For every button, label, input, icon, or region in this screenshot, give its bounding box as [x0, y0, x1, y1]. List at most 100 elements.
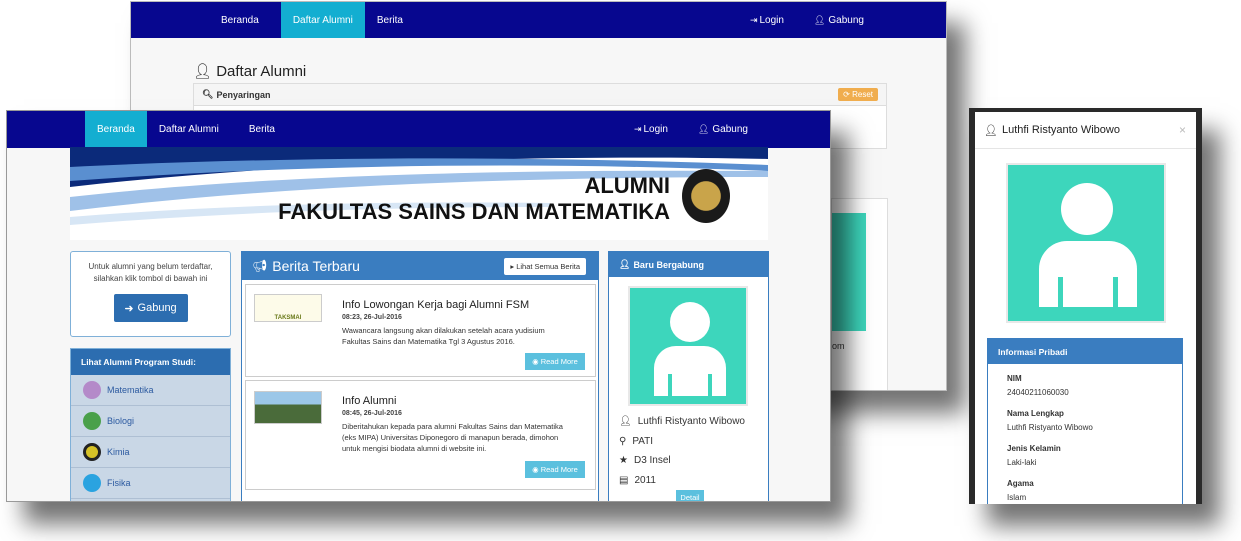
prodi-title: Lihat Alumni Program Studi: — [71, 349, 230, 375]
filter-header: 🔍︎ Penyaringan ⟳ Reset — [194, 84, 886, 106]
member-year-row: ▤ 2011 — [619, 471, 745, 491]
member-info: 👤︎ Luthfi Ristyanto Wibowo ⚲ PATI ★ D3 Inse… — [619, 412, 745, 490]
field-label-gender: Jenis Kelamin — [1007, 444, 1061, 453]
read-more-button[interactable]: ◉ Read More — [525, 353, 585, 370]
share-arrow-icon: ➜ — [124, 302, 134, 315]
join-box-text: Untuk alumni yang belum terdaftar, silah… — [88, 262, 213, 283]
university-seal-icon — [682, 169, 730, 223]
news-item-time: 08:23, 26-Jul-2016 — [342, 314, 402, 321]
refresh-icon: ⟳ — [843, 90, 850, 99]
nav-beranda[interactable]: Beranda — [85, 111, 147, 148]
chevron-right-icon: ▸ — [510, 261, 515, 271]
avatar-body — [654, 346, 726, 396]
back-navbar: Beranda Daftar Alumni Berita ⇥ Login 👤︎ … — [131, 2, 946, 38]
join-button-label: Gabung — [137, 302, 177, 314]
member-avatar — [628, 286, 748, 406]
user-icon: 👤︎ — [697, 124, 710, 134]
field-value-gender: Laki-laki — [1007, 458, 1037, 467]
personal-info-title: Informasi Pribadi — [988, 339, 1182, 364]
nav-login-label: Login — [759, 14, 784, 26]
prodi-label: Matematika — [107, 385, 154, 395]
read-more-label: Read More — [540, 465, 578, 474]
personal-info-panel: Informasi Pribadi NIM 24040211060030 Nam… — [987, 338, 1183, 504]
nav-gabung[interactable]: 👤︎ Gabung — [802, 2, 876, 38]
news-thumbnail: TAKSMAI — [254, 294, 322, 322]
modal-avatar — [1006, 163, 1166, 323]
see-all-label: Lihat Semua Berita — [516, 261, 580, 271]
prodi-label: Fisika — [107, 478, 131, 488]
news-item-title[interactable]: Info Alumni — [342, 395, 396, 407]
member-year: 2011 — [634, 474, 656, 486]
newest-header: 👤︎ Baru Bergabung — [609, 252, 768, 277]
avatar-head — [670, 302, 710, 342]
thumb-text: TAKSMAI — [274, 315, 302, 321]
news-item: Info Alumni 08:45, 26-Jul-2016 Diberitah… — [245, 380, 596, 490]
page-title-text: Daftar Alumni — [216, 63, 307, 80]
prodi-label: Biologi — [107, 416, 135, 426]
nav-daftar-alumni[interactable]: Daftar Alumni — [147, 111, 231, 148]
nav-beranda[interactable]: Beranda — [209, 2, 281, 38]
banner-title: ALUMNI — [584, 173, 670, 198]
nav-berita[interactable]: Berita — [365, 2, 415, 38]
field-value-nim: 24040211060030 — [1007, 388, 1069, 397]
news-title: Berita Terbaru — [272, 258, 360, 274]
member-name: Luthfi Ristyanto Wibowo — [637, 416, 745, 427]
front-window: Beranda Daftar Alumni Berita ⇥ Login 👤︎ … — [6, 110, 831, 502]
news-item-desc: Wawancara langsung akan dilakukan setela… — [342, 326, 545, 346]
nav-gabung-label: Gabung — [828, 14, 864, 26]
front-navbar: Beranda Daftar Alumni Berita ⇥ Login 👤︎ … — [7, 111, 830, 148]
newest-title: Baru Bergabung — [633, 259, 704, 270]
member-city: PATI — [632, 435, 654, 447]
prodi-item-matematika[interactable]: Matematika — [71, 375, 230, 406]
back-partial-text: om — [832, 341, 845, 351]
modal-header: 👤︎ Luthfi Ristyanto Wibowo × — [975, 112, 1196, 149]
avatar-head — [1061, 183, 1113, 235]
modal-title: Luthfi Ristyanto Wibowo — [1001, 124, 1120, 136]
search-icon: 🔍︎ — [202, 89, 214, 99]
back-avatar — [832, 213, 866, 331]
field-value-agama: Islam — [1007, 493, 1027, 502]
profile-modal: 👤︎ Luthfi Ristyanto Wibowo × Informasi P… — [975, 112, 1196, 504]
read-more-button[interactable]: ◉ Read More — [525, 461, 585, 478]
banner-subtitle: FAKULTAS SAINS DAN MATEMATIKA — [278, 199, 670, 224]
nav-daftar-alumni[interactable]: Daftar Alumni — [280, 2, 365, 38]
member-name-row: 👤︎ Luthfi Ristyanto Wibowo — [619, 412, 745, 432]
prodi-item-kimia[interactable]: Kimia — [71, 437, 230, 468]
nav-gabung[interactable]: 👤︎ Gabung — [686, 111, 760, 148]
avatar-arm-line — [1058, 277, 1063, 307]
personal-info-fields: NIM 24040211060030 Nama Lengkap Luthfi R… — [988, 364, 1182, 502]
login-icon: ⇥ — [633, 124, 642, 134]
avatar-arm-line — [668, 374, 672, 396]
nav-login[interactable]: ⇥ Login — [622, 111, 680, 148]
join-box: Untuk alumni yang belum terdaftar, silah… — [70, 251, 231, 337]
member-program-row: ★ D3 Insel — [619, 451, 745, 471]
see-all-news-button[interactable]: ▸ Lihat Semua Berita — [504, 257, 586, 275]
reset-button[interactable]: ⟳ Reset — [838, 88, 878, 101]
prodi-label: Kimia — [107, 447, 130, 457]
briefcase-icon: ▤ — [619, 474, 629, 486]
prodi-item-fisika[interactable]: Fisika — [71, 468, 230, 499]
news-panel: 📢︎ Berita Terbaru ▸ Lihat Semua Berita T… — [241, 251, 599, 501]
close-icon[interactable]: × — [1179, 123, 1186, 137]
news-thumbnail — [254, 391, 322, 424]
prodi-panel: Lihat Alumni Program Studi: Matematika B… — [70, 348, 231, 501]
join-button[interactable]: ➜ Gabung — [113, 294, 188, 322]
prodi-item-biologi[interactable]: Biologi — [71, 406, 230, 437]
user-icon: 👤︎ — [619, 259, 631, 269]
reset-label: Reset — [852, 90, 873, 99]
detail-button[interactable]: Detail — [676, 490, 704, 501]
member-city-row: ⚲ PATI — [619, 432, 745, 452]
nav-berita[interactable]: Berita — [237, 111, 287, 148]
field-value-nama: Luthfi Ristyanto Wibowo — [1007, 423, 1093, 432]
nav-login[interactable]: ⇥ Login — [738, 2, 796, 38]
news-item: TAKSMAI Info Lowongan Kerja bagi Alumni … — [245, 284, 596, 377]
user-icon: 👤︎ — [984, 124, 998, 137]
user-icon: 👤︎ — [619, 416, 632, 427]
login-icon: ⇥ — [749, 14, 758, 25]
field-label-agama: Agama — [1007, 479, 1034, 488]
banner: ALUMNI FAKULTAS SAINS DAN MATEMATIKA — [70, 147, 768, 240]
avatar-arm-line — [708, 374, 712, 396]
user-icon: 👤︎ — [813, 14, 826, 25]
news-item-title[interactable]: Info Lowongan Kerja bagi Alumni FSM — [342, 299, 529, 311]
read-more-label: Read More — [540, 357, 578, 366]
